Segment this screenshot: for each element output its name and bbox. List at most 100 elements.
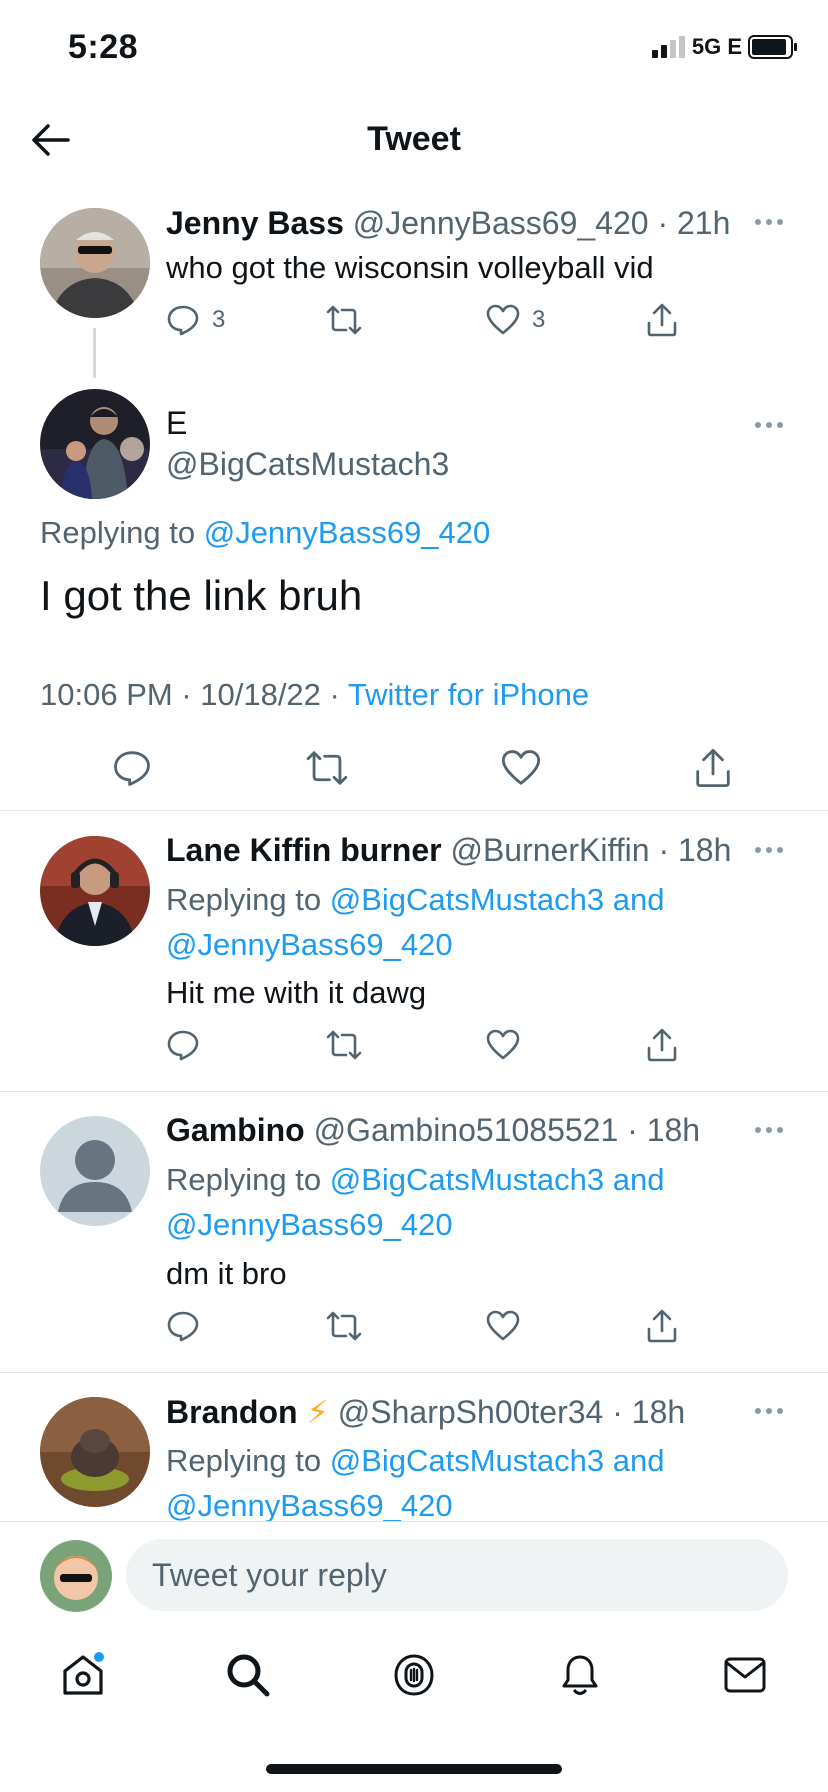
retweet-icon (326, 305, 362, 335)
retweet-icon (326, 1030, 362, 1060)
spaces-icon (394, 1654, 434, 1696)
avatar[interactable] (40, 1397, 150, 1507)
more-options-icon[interactable] (752, 1125, 786, 1135)
tweet-time: · 21h (657, 205, 731, 241)
main-tweet-actions (112, 748, 732, 788)
network-type: 5G E (691, 34, 742, 59)
replying-to-label: Replying to (166, 1443, 322, 1478)
more-options-icon[interactable] (752, 420, 786, 430)
replying-to-link[interactable]: @JennyBass69_420 (204, 515, 491, 550)
signal-icon (651, 36, 685, 58)
page-title: Tweet (367, 120, 461, 158)
share-icon[interactable] (694, 748, 732, 788)
tab-messages[interactable] (715, 1645, 775, 1705)
share-icon (647, 1309, 677, 1343)
share-icon (647, 1028, 677, 1062)
heart-icon (486, 1029, 520, 1060)
tab-home[interactable] (53, 1645, 113, 1705)
avatar[interactable] (40, 389, 150, 499)
status-indicators: 5G E (651, 34, 798, 60)
author-handle[interactable]: @BigCatsMustach3 (166, 446, 449, 483)
reply-icon[interactable] (112, 748, 152, 788)
my-avatar[interactable] (40, 1540, 112, 1612)
reply-input[interactable] (126, 1539, 788, 1611)
main-tweet-text: I got the link bruh (40, 572, 363, 619)
author-name[interactable]: Brandon (166, 1394, 298, 1430)
replying-to-link[interactable]: @JennyBass69_420 (166, 927, 453, 962)
tab-spaces[interactable] (384, 1645, 444, 1705)
home-icon (63, 1652, 104, 1695)
lightning-emoji: ⚡ (306, 1394, 329, 1430)
share-button[interactable] (646, 1028, 678, 1062)
tab-notifications[interactable] (550, 1645, 610, 1705)
tab-search[interactable] (218, 1645, 278, 1705)
reply-header: Gambino @Gambino51085521 · 18h (166, 1112, 700, 1149)
like-count: 3 (532, 306, 546, 333)
home-indicator (266, 1764, 562, 1774)
tweet-time: · 18h (658, 832, 732, 868)
replying-to: Replying to @BigCatsMustach3 and @JennyB… (166, 1438, 664, 1528)
like-button[interactable] (486, 1029, 646, 1061)
replying-to-label: Replying to (40, 515, 196, 550)
status-time: 5:28 (68, 28, 139, 66)
retweet-button[interactable] (326, 303, 486, 337)
author-handle[interactable]: @Gambino51085521 (314, 1112, 619, 1148)
retweet-icon (326, 1311, 362, 1341)
share-button[interactable] (646, 303, 678, 337)
heart-icon[interactable] (501, 749, 541, 787)
tweet-text: dm it bro (166, 1256, 287, 1291)
replying-to-link[interactable]: @BigCatsMustach3 and (330, 1443, 665, 1478)
replying-to-link[interactable]: @BigCatsMustach3 and (330, 1162, 665, 1197)
avatar[interactable] (40, 208, 150, 318)
avatar[interactable] (40, 1116, 150, 1226)
replying-to-link[interactable]: @JennyBass69_420 (166, 1207, 453, 1242)
author-name[interactable]: Lane Kiffin burner (166, 832, 442, 868)
tweet-source-link[interactable]: Twitter for iPhone (348, 677, 589, 712)
reply-button[interactable] (166, 1309, 326, 1343)
tab-bar (0, 1630, 828, 1720)
divider (0, 1372, 828, 1373)
tweet-header: Jenny Bass @JennyBass69_420 · 21h (166, 205, 730, 242)
search-icon (227, 1654, 270, 1697)
like-button[interactable]: 3 (486, 304, 646, 336)
replying-to-label: Replying to (166, 1162, 322, 1197)
tweet-text: Hit me with it dawg (166, 975, 427, 1010)
tweet-actions (166, 1309, 686, 1343)
retweet-icon[interactable] (305, 748, 349, 788)
retweet-button[interactable] (326, 1309, 486, 1343)
avatar[interactable] (40, 836, 150, 946)
divider (0, 810, 828, 811)
replying-to-link[interactable]: @BigCatsMustach3 and (330, 882, 665, 917)
share-icon (647, 303, 677, 337)
thread-line (93, 328, 96, 378)
divider (0, 1091, 828, 1092)
more-options-icon[interactable] (752, 1406, 786, 1416)
reply-header: Brandon ⚡ @SharpSh00ter34 · 18h (166, 1393, 685, 1431)
replying-to: Replying to @JennyBass69_420 (40, 515, 490, 551)
author-name[interactable]: E (166, 405, 187, 442)
reply-button[interactable]: 3 (166, 303, 326, 337)
timestamp-text: 10:06 PM · 10/18/22 · (40, 677, 340, 712)
like-button[interactable] (486, 1310, 646, 1342)
reply-button[interactable] (166, 1028, 326, 1062)
author-handle[interactable]: @SharpSh00ter34 (338, 1394, 604, 1430)
replying-to: Replying to @BigCatsMustach3 and @JennyB… (166, 877, 664, 967)
tweet-actions: 3 3 (166, 303, 686, 337)
reply-header: Lane Kiffin burner @BurnerKiffin · 18h (166, 832, 731, 869)
replying-to: Replying to @BigCatsMustach3 and @JennyB… (166, 1157, 664, 1247)
reply-icon (167, 1030, 199, 1061)
more-options-icon[interactable] (752, 845, 786, 855)
messages-icon (724, 1657, 766, 1693)
replying-to-link[interactable]: @JennyBass69_420 (166, 1488, 453, 1523)
tweet-time: · 18h (612, 1394, 686, 1430)
retweet-button[interactable] (326, 1028, 486, 1062)
share-button[interactable] (646, 1309, 678, 1343)
tweet-text: who got the wisconsin volleyball vid (166, 250, 654, 285)
author-name[interactable]: Gambino (166, 1112, 305, 1148)
author-name[interactable]: Jenny Bass (166, 205, 344, 241)
author-handle[interactable]: @JennyBass69_420 (353, 205, 649, 241)
more-options-icon[interactable] (752, 217, 786, 227)
notifications-icon (562, 1655, 598, 1695)
author-handle[interactable]: @BurnerKiffin (450, 832, 649, 868)
reply-count: 3 (212, 306, 226, 333)
